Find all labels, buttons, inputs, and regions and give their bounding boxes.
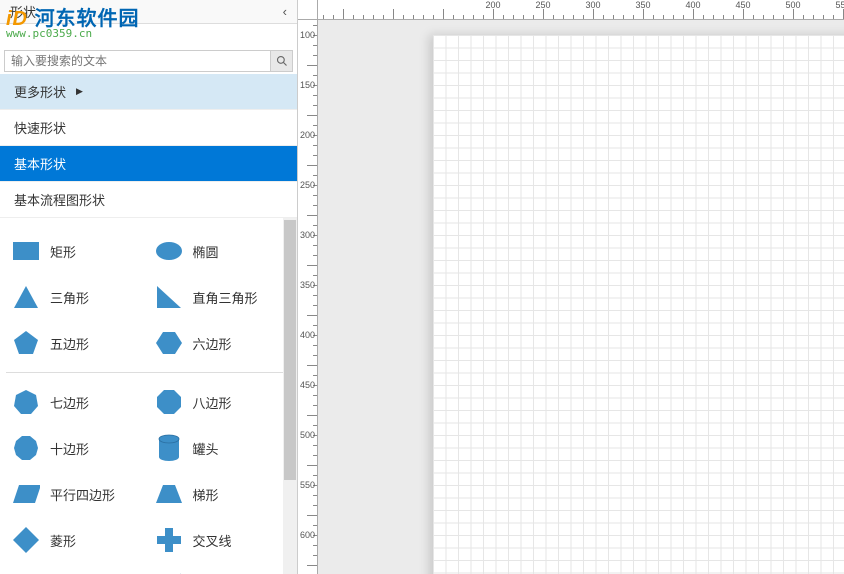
ruler-corner (298, 0, 318, 20)
shape-label: 梯形 (193, 485, 219, 504)
grid (433, 35, 844, 574)
menu-quick-shapes[interactable]: 快速形状 (0, 110, 297, 146)
submenu-arrow-icon: ▶ (76, 86, 83, 97)
shape-cube[interactable]: 立方体 (149, 563, 292, 574)
shape-octagon[interactable]: 八边形 (149, 379, 292, 425)
right-triangle-icon (155, 284, 183, 310)
scrollbar-thumb[interactable] (284, 220, 296, 480)
shapes-panel: 矩形 椭圆三角形 直角三角形五边形 六边形七边形 八边形十边形 罐头平行四边形 梯形菱形 交叉… (0, 218, 297, 574)
menu-flowchart-shapes[interactable]: 基本流程图形状 (0, 182, 297, 218)
shape-pentagon[interactable]: 五边形 (6, 320, 149, 366)
shape-hexagon[interactable]: 六边形 (149, 320, 292, 366)
shape-cross[interactable]: 交叉线 (149, 517, 292, 563)
shape-label: 罐头 (193, 439, 219, 458)
cylinder-icon (155, 435, 183, 461)
shape-label: 菱形 (50, 531, 76, 550)
shape-label: 五边形 (50, 334, 89, 353)
category-menu: 更多形状 ▶ 快速形状 基本形状 基本流程图形状 (0, 74, 297, 218)
vertical-ruler[interactable]: 100150200250300350400450500550600 (298, 20, 318, 574)
drawing-page[interactable] (433, 35, 844, 574)
rectangle-icon (12, 238, 40, 264)
shape-label: 七边形 (50, 393, 89, 412)
search-icon (276, 55, 288, 67)
shape-divider (6, 372, 291, 373)
diamond-icon (12, 527, 40, 553)
shape-ellipse[interactable]: 椭圆 (149, 228, 292, 274)
shape-chevron[interactable]: 壁章 (6, 563, 149, 574)
shape-label: 交叉线 (193, 531, 232, 550)
search-button[interactable] (270, 51, 292, 71)
shape-parallelogram[interactable]: 平行四边形 (6, 471, 149, 517)
trapezoid-icon (155, 481, 183, 507)
menu-more-shapes[interactable]: 更多形状 ▶ (0, 74, 297, 110)
menu-basic-shapes[interactable]: 基本形状 (0, 146, 297, 182)
parallelogram-icon (12, 481, 40, 507)
octagon-icon (155, 389, 183, 415)
shapes-sidebar: iD 河东软件园 www.pc0359.cn 形状 ‹ 更多形状 ▶ 快速形状 … (0, 0, 298, 574)
search-input[interactable] (5, 51, 270, 71)
shape-label: 平行四边形 (50, 485, 115, 504)
shape-label: 椭圆 (193, 242, 219, 261)
shape-label: 六边形 (193, 334, 232, 353)
panel-header: 形状 ‹ (0, 0, 297, 24)
heptagon-icon (12, 389, 40, 415)
shape-rectangle[interactable]: 矩形 (6, 228, 149, 274)
cross-icon (155, 527, 183, 553)
canvas-viewport[interactable] (318, 20, 844, 574)
shape-label: 三角形 (50, 288, 89, 307)
search-box (4, 50, 293, 72)
shape-label: 八边形 (193, 393, 232, 412)
collapse-button[interactable]: ‹ (283, 4, 287, 19)
scrollbar-track[interactable] (283, 218, 297, 574)
shape-right-triangle[interactable]: 直角三角形 (149, 274, 292, 320)
triangle-icon (12, 284, 40, 310)
shape-trapezoid[interactable]: 梯形 (149, 471, 292, 517)
hexagon-icon (155, 330, 183, 356)
shape-cylinder[interactable]: 罐头 (149, 425, 292, 471)
panel-title: 形状 (10, 2, 36, 21)
shape-label: 矩形 (50, 242, 76, 261)
canvas-area: 200250300350400450500550 100150200250300… (298, 0, 844, 574)
shape-decagon[interactable]: 十边形 (6, 425, 149, 471)
pentagon-icon (12, 330, 40, 356)
decagon-icon (12, 435, 40, 461)
ellipse-icon (155, 238, 183, 264)
horizontal-ruler[interactable]: 200250300350400450500550 (318, 0, 844, 20)
shape-triangle[interactable]: 三角形 (6, 274, 149, 320)
shape-heptagon[interactable]: 七边形 (6, 379, 149, 425)
shape-label: 直角三角形 (193, 288, 258, 307)
shape-label: 十边形 (50, 439, 89, 458)
shape-diamond[interactable]: 菱形 (6, 517, 149, 563)
